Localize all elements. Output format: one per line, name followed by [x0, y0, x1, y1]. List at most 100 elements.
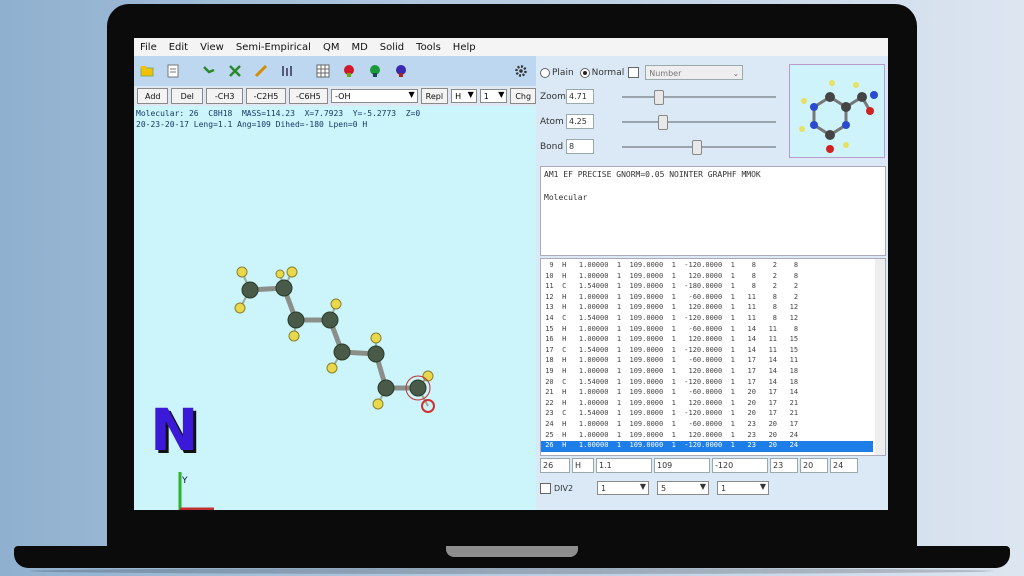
table-row[interactable]: 24 H 1.00000 1 109.0000 1 -60.0000 1 23 … — [541, 420, 873, 431]
radio-plain[interactable] — [540, 67, 550, 78]
bond-label: Bond — [540, 141, 564, 152]
number-select-value: 1 — [483, 91, 489, 101]
logo-letter: N — [150, 396, 199, 464]
open-icon[interactable] — [138, 63, 156, 79]
edit-index[interactable]: 26 — [540, 458, 570, 473]
molecule-preview — [789, 64, 885, 158]
atom-slider[interactable] — [622, 121, 776, 123]
zoom-row: Zoom 4.71 — [540, 89, 594, 104]
display-mode-row: Plain Normal Number ⌄ — [540, 65, 744, 80]
menu-md[interactable]: MD — [345, 42, 373, 53]
table-row[interactable]: 16 H 1.00000 1 109.0000 1 120.0000 1 14 … — [541, 335, 873, 346]
bond-field[interactable]: 8 — [566, 139, 594, 154]
atom-slider-thumb[interactable] — [658, 115, 668, 130]
zoom-field[interactable]: 4.71 — [566, 89, 594, 104]
toolbar — [134, 56, 536, 86]
div2-checkbox[interactable] — [540, 482, 551, 494]
table-scrollbar[interactable] — [875, 259, 885, 455]
table-row[interactable]: 20 C 1.54000 1 109.0000 1 -120.0000 1 17… — [541, 378, 873, 389]
menu-solid[interactable]: Solid — [374, 42, 410, 53]
del-button[interactable]: Del — [171, 88, 203, 104]
app-screen: File Edit View Semi-Empirical QM MD Soli… — [134, 38, 888, 510]
edit-ref2[interactable]: 20 — [800, 458, 828, 473]
bond-icon[interactable] — [200, 63, 218, 79]
menu-semi-empirical[interactable]: Semi-Empirical — [230, 42, 317, 53]
option-select-2[interactable]: 5 ▼ — [657, 481, 709, 495]
table-row[interactable]: 23 C 1.54000 1 109.0000 1 -120.0000 1 20… — [541, 409, 873, 420]
grid-icon[interactable] — [314, 63, 332, 79]
group-select[interactable]: -OH ▼ — [331, 89, 418, 103]
editor-panel: Add Del -CH3 -C2H5 -C6H5 -OH ▼ Repl H ▼ 1 ▼… — [134, 56, 536, 510]
chg-button[interactable]: Chg — [510, 88, 536, 104]
table-row[interactable]: 21 H 1.00000 1 109.0000 1 -60.0000 1 20 … — [541, 388, 873, 399]
option-select-1[interactable]: 1 ▼ — [597, 481, 649, 495]
edit-ref1[interactable]: 23 — [770, 458, 798, 473]
preview-molecule — [799, 80, 878, 153]
table-row[interactable]: 22 H 1.00000 1 109.0000 1 120.0000 1 20 … — [541, 399, 873, 410]
blue-molecule-icon[interactable] — [392, 63, 410, 79]
add-button[interactable]: Add — [137, 88, 169, 104]
option-select-1-value: 1 — [601, 483, 607, 493]
table-row[interactable]: 14 C 1.54000 1 109.0000 1 -120.0000 1 11… — [541, 314, 873, 325]
table-row[interactable]: 18 H 1.00000 1 109.0000 1 -60.0000 1 17 … — [541, 356, 873, 367]
repl-button[interactable]: Repl — [420, 88, 449, 104]
div2-label: DIV2 — [554, 483, 574, 493]
bond-row: Bond 8 — [540, 139, 594, 154]
tools-icon[interactable] — [226, 63, 244, 79]
table-row[interactable]: 25 H 1.00000 1 109.0000 1 120.0000 1 23 … — [541, 431, 873, 442]
properties-panel: Plain Normal Number ⌄ Zoom 4.71 Atom 4.25… — [536, 56, 888, 510]
edit-dihedral[interactable]: -120 — [712, 458, 768, 473]
menu-edit[interactable]: Edit — [163, 42, 194, 53]
number-checkbox[interactable] — [628, 67, 640, 78]
chevron-down-icon: ▼ — [498, 90, 505, 99]
edit-ref3[interactable]: 24 — [830, 458, 858, 473]
edit-row: 26 H 1.1 109 -120 23 20 24 — [540, 458, 860, 474]
radio-plain-label: Plain — [552, 67, 574, 78]
red-molecule-icon[interactable] — [340, 63, 358, 79]
table-row[interactable]: 13 H 1.00000 1 109.0000 1 120.0000 1 11 … — [541, 303, 873, 314]
menu-view[interactable]: View — [194, 42, 230, 53]
table-row[interactable]: 9 H 1.00000 1 109.0000 1 -120.0000 1 8 2… — [541, 261, 873, 272]
edit-element[interactable]: H — [572, 458, 594, 473]
atom-field[interactable]: 4.25 — [566, 114, 594, 129]
table-row[interactable]: 10 H 1.00000 1 109.0000 1 120.0000 1 8 2… — [541, 272, 873, 283]
keywords-text: AM1 EF PRECISE GNORM=0.05 NOINTER GRAPHF… — [544, 170, 761, 179]
menu-qm[interactable]: QM — [317, 42, 346, 53]
element-select[interactable]: H ▼ — [451, 89, 477, 103]
option-select-3-value: 1 — [721, 483, 727, 493]
zoom-slider[interactable] — [622, 96, 776, 98]
menu-tools[interactable]: Tools — [410, 42, 447, 53]
zoom-slider-thumb[interactable] — [654, 90, 664, 105]
ch3-button[interactable]: -CH3 — [205, 88, 244, 104]
edit-angle[interactable]: 109 — [654, 458, 710, 473]
atom-label: Atom — [540, 116, 564, 127]
c6h5-button[interactable]: -C6H5 — [288, 88, 329, 104]
bond-slider-thumb[interactable] — [692, 140, 702, 155]
radio-normal[interactable] — [579, 67, 590, 78]
keywords-panel[interactable]: AM1 EF PRECISE GNORM=0.05 NOINTER GRAPHF… — [540, 166, 886, 256]
table-row[interactable]: 17 C 1.54000 1 109.0000 1 -120.0000 1 14… — [541, 346, 873, 357]
menu-file[interactable]: File — [134, 42, 163, 53]
gear-icon[interactable] — [512, 63, 530, 79]
green-molecule-icon[interactable] — [366, 63, 384, 79]
paint-icon[interactable] — [252, 63, 270, 79]
table-row[interactable]: 15 H 1.00000 1 109.0000 1 -60.0000 1 14 … — [541, 325, 873, 336]
chevron-down-icon: ▼ — [699, 482, 706, 491]
edit-length[interactable]: 1.1 — [596, 458, 652, 473]
table-row[interactable]: 11 C 1.54000 1 109.0000 1 -180.0000 1 8 … — [541, 282, 873, 293]
group-select-value: -OH — [335, 91, 351, 101]
zmatrix-table[interactable]: 9 H 1.00000 1 109.0000 1 -120.0000 1 8 2… — [540, 258, 886, 456]
table-row[interactable]: 12 H 1.00000 1 109.0000 1 -60.0000 1 11 … — [541, 293, 873, 304]
menu-help[interactable]: Help — [447, 42, 482, 53]
option-select-3[interactable]: 1 ▼ — [717, 481, 769, 495]
table-row[interactable]: 26 H 1.00000 1 109.0000 1 -120.0000 1 23… — [541, 441, 873, 452]
number-select[interactable]: Number ⌄ — [645, 65, 744, 80]
number-select[interactable]: 1 ▼ — [479, 89, 508, 103]
save-icon[interactable] — [164, 63, 182, 79]
molecule-viewport[interactable]: Molecular: 26 C8H18 MASS=114.23 X=7.7923… — [134, 106, 536, 510]
table-row[interactable]: 19 H 1.00000 1 109.0000 1 120.0000 1 17 … — [541, 367, 873, 378]
c2h5-button[interactable]: -C2H5 — [246, 88, 286, 104]
measure-icon[interactable] — [278, 63, 296, 79]
chevron-down-icon: ⌄ — [732, 69, 740, 78]
number-select-label: Number — [649, 69, 682, 78]
